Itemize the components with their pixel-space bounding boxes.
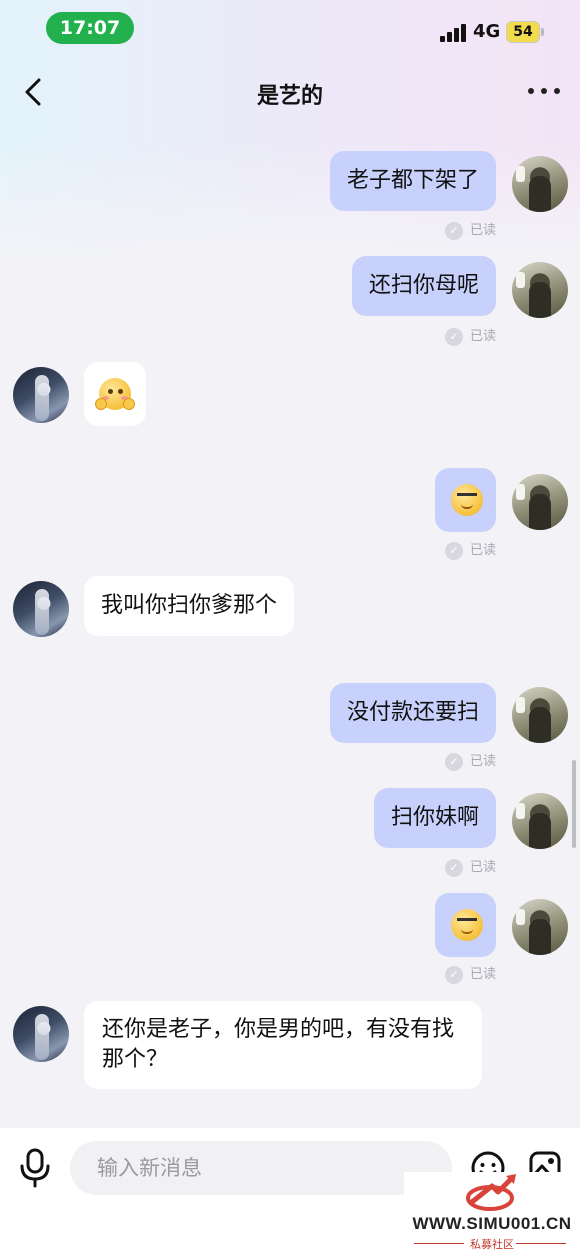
signal-icon — [440, 24, 468, 42]
cool-face-emoji — [451, 909, 483, 941]
battery-icon: 54 — [506, 21, 540, 43]
network-label: 4G — [473, 21, 501, 42]
check-icon: ✓ — [445, 753, 463, 771]
chat-title: 是艺的 — [256, 84, 323, 109]
message-bubble-incoming-emoji[interactable] — [84, 362, 146, 426]
read-receipt: ✓ 已读 — [445, 222, 505, 240]
contact-avatar[interactable] — [13, 1006, 69, 1062]
my-avatar[interactable] — [512, 687, 568, 743]
cool-face-emoji — [451, 484, 483, 516]
my-avatar[interactable] — [512, 899, 568, 955]
contact-avatar[interactable] — [13, 581, 69, 637]
status-time-pill: 17:07 — [46, 12, 134, 44]
message-bubble-outgoing[interactable]: 扫你妹啊 — [373, 788, 496, 848]
contact-avatar[interactable] — [13, 367, 69, 423]
message-bubble-outgoing-emoji[interactable] — [435, 468, 496, 532]
shy-face-emoji — [95, 378, 135, 410]
more-dots-icon[interactable] — [528, 84, 560, 98]
read-receipt: ✓ 已读 — [445, 859, 505, 877]
watermark-url: WWW.SIMU001.CN — [412, 1214, 572, 1233]
message-bubble-incoming[interactable]: 我叫你扫你爹那个 — [84, 576, 295, 636]
message-bubble-outgoing[interactable]: 没付款还要扫 — [329, 683, 496, 743]
microphone-icon[interactable] — [18, 1148, 52, 1188]
check-icon: ✓ — [445, 542, 463, 560]
my-avatar[interactable] — [512, 474, 568, 530]
read-receipt: ✓ 已读 — [445, 328, 505, 346]
check-icon: ✓ — [445, 966, 463, 984]
check-icon: ✓ — [445, 222, 463, 240]
my-avatar[interactable] — [512, 793, 568, 849]
message-bubble-outgoing[interactable]: 还扫你母呢 — [351, 256, 496, 316]
my-avatar[interactable] — [512, 262, 568, 318]
check-icon: ✓ — [445, 328, 463, 346]
watermark-subtitle: 私募社区 — [470, 1238, 514, 1251]
read-receipt: ✓ 已读 — [445, 966, 505, 984]
message-input[interactable] — [70, 1141, 452, 1195]
message-bubble-outgoing-emoji[interactable] — [435, 893, 496, 957]
read-receipt: ✓ 已读 — [445, 542, 505, 560]
watermark-logo — [466, 1174, 516, 1211]
message-bubble-incoming[interactable]: 还你是老子，你是男的吧，有没有找那个？ — [84, 1001, 482, 1089]
battery-tip — [541, 28, 544, 36]
read-receipt: ✓ 已读 — [445, 753, 505, 771]
message-bubble-outgoing[interactable]: 老子都下架了 — [329, 151, 496, 211]
my-avatar[interactable] — [512, 156, 568, 212]
scrollbar[interactable] — [572, 760, 576, 848]
check-icon: ✓ — [445, 859, 463, 877]
